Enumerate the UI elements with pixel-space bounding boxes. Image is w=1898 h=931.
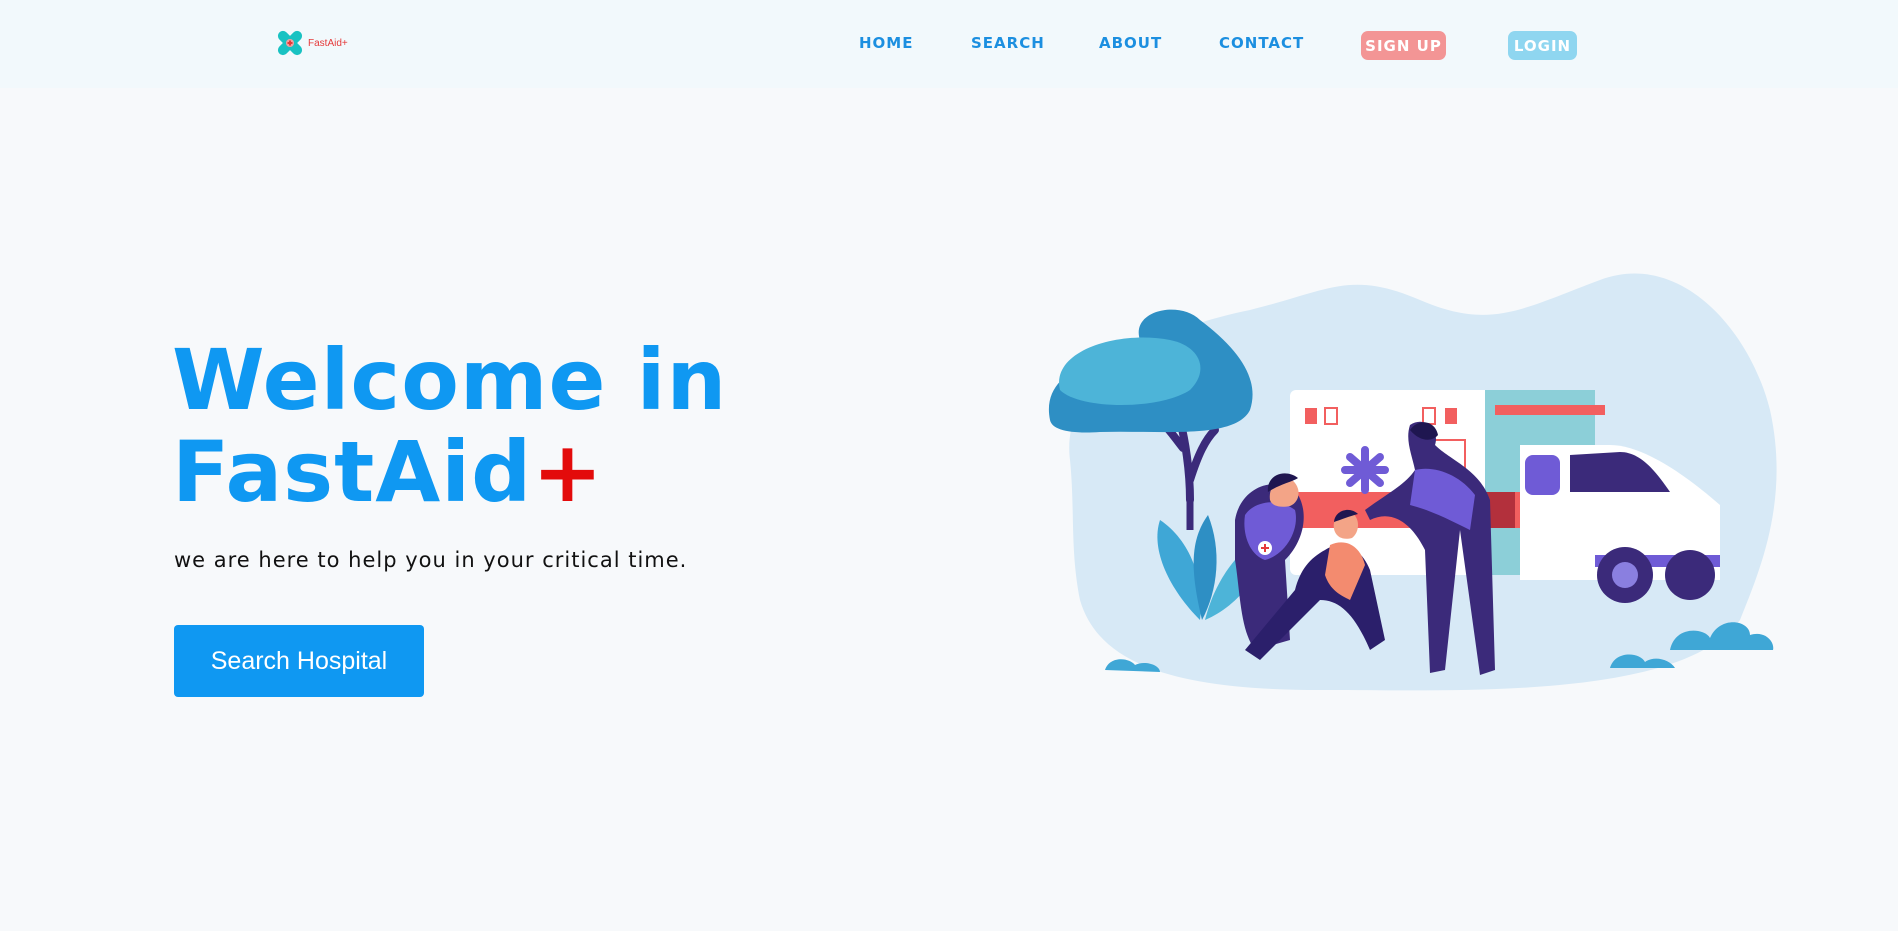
nav-search[interactable]: SEARCH	[971, 34, 1045, 52]
logo-text: FastAid+	[308, 37, 348, 49]
hero-title: Welcome in FastAid+	[172, 334, 727, 518]
top-navbar: FastAid+ HOME SEARCH ABOUT CONTACT SIGN …	[0, 0, 1898, 88]
login-button[interactable]: LOGIN	[1508, 31, 1577, 60]
hero-subtitle: we are here to help you in your critical…	[174, 548, 688, 572]
hero-title-line1: Welcome in	[172, 331, 728, 429]
logo[interactable]: FastAid+	[274, 27, 348, 59]
red-plus-icon: +	[532, 423, 604, 521]
ambulance-paramedics-illustration	[1048, 273, 1777, 691]
nav-about[interactable]: ABOUT	[1099, 34, 1162, 52]
page: FastAid+ HOME SEARCH ABOUT CONTACT SIGN …	[0, 0, 1898, 931]
bandage-cross-icon	[277, 30, 303, 56]
hero-title-line2: FastAid	[172, 423, 533, 521]
nav-home[interactable]: HOME	[859, 34, 913, 52]
nav-contact[interactable]: CONTACT	[1219, 34, 1304, 52]
search-hospital-button[interactable]: Search Hospital	[174, 625, 424, 697]
signup-button[interactable]: SIGN UP	[1361, 31, 1446, 60]
